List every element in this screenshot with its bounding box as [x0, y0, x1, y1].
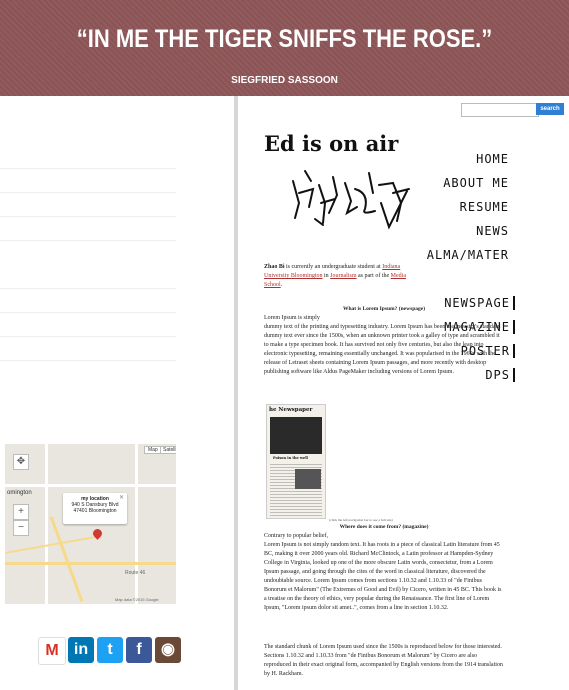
nav-news[interactable]: NEWS	[476, 224, 509, 238]
map-road	[135, 444, 138, 604]
newspaper-inset-photo	[295, 469, 321, 489]
journalism-link[interactable]: Journalism	[330, 273, 356, 279]
header-quote: “IN ME THE TIGER SNIFFS THE ROSE.”	[76, 24, 493, 53]
facebook-icon[interactable]: f	[126, 637, 152, 663]
intro-text: .	[280, 282, 283, 288]
map-pan-icon[interactable]: ✥	[13, 454, 29, 470]
gmail-icon[interactable]: M	[38, 637, 66, 665]
nav-divider	[0, 312, 176, 313]
nav-divider	[0, 360, 176, 361]
newspaper-thumbnail[interactable]: he Newspaper Poison in the well	[266, 404, 326, 519]
newspaper-subhead: Poison in the well	[273, 456, 308, 460]
intro-paragraph: Zhao Bi is currently an undergraduate st…	[264, 263, 409, 290]
map-road	[5, 484, 176, 487]
map-road	[45, 444, 48, 604]
section3-paragraph: The standard chunk of Lorem Ipsum used s…	[264, 644, 503, 677]
intro-name: Zhao Bi	[264, 264, 285, 270]
map-info-window: ✕ my location 940 S Dansbury Blvd 47401 …	[63, 493, 127, 524]
intro-text: as part of the	[356, 273, 391, 279]
signature-image	[292, 170, 410, 230]
nav-alma-mater[interactable]: ALMA/MATER	[427, 248, 509, 262]
section2-lead: Contrary to popular belief,	[264, 533, 328, 539]
nav-divider	[0, 336, 176, 337]
intro-text: is currently an undergraduate student at	[284, 264, 383, 270]
linkedin-icon[interactable]: in	[68, 637, 94, 663]
satellite-button[interactable]: Satellite	[160, 446, 176, 454]
section1-body: dummy text of the printing and typesetti…	[264, 324, 501, 375]
nav-about-me[interactable]: ABOUT ME	[443, 176, 509, 190]
nav-divider	[0, 192, 176, 193]
section1-heading: What is Lorem Ipsum? (newspage)	[342, 306, 426, 312]
nav-divider	[0, 168, 176, 169]
search-button[interactable]: search	[536, 103, 564, 115]
map-highway	[49, 516, 84, 602]
newspaper-photo	[270, 417, 322, 454]
map-attribution: Map data ©2015 Google	[115, 597, 159, 602]
map-highway	[5, 536, 95, 554]
map-highway	[5, 562, 176, 565]
column-divider	[234, 96, 238, 690]
twitter-icon[interactable]: t	[97, 637, 123, 663]
section2-body: Lorem Ipsum is not simply random text. I…	[264, 542, 502, 611]
thumbnail-caption: (click the left navigation bar to see a …	[329, 518, 393, 522]
zoom-in-icon[interactable]: +	[13, 504, 29, 520]
nav-divider	[0, 288, 176, 289]
search-input[interactable]	[461, 103, 539, 117]
header-author: SIEGFRIED SASSOON	[231, 75, 338, 86]
map-route-label: Route 46	[125, 570, 146, 576]
header-banner: “IN ME THE TIGER SNIFFS THE ROSE.” SIEGF…	[0, 0, 569, 96]
page-title: Ed is on air	[264, 131, 399, 156]
instagram-icon[interactable]: ◉	[155, 637, 181, 663]
nav-resume[interactable]: RESUME	[460, 200, 509, 214]
section1-lead: Lorem Ipsum is simply	[264, 315, 320, 321]
nav-divider	[0, 240, 176, 241]
zoom-out-icon[interactable]: −	[13, 520, 29, 536]
section2-heading: Where does it come from? (magazine)	[339, 524, 429, 530]
close-icon[interactable]: ✕	[119, 495, 124, 501]
location-map[interactable]: omington Route 46 Map Satellite ✥ + − ✕ …	[5, 444, 176, 604]
newspaper-masthead: he Newspaper	[269, 407, 313, 413]
map-info-city: 47401 Bloomington	[73, 508, 117, 514]
nav-divider	[0, 216, 176, 217]
nav-home[interactable]: HOME	[476, 152, 509, 166]
map-town-label: omington	[7, 490, 32, 496]
section2-paragraph: Contrary to popular belief, Lorem Ipsum …	[264, 532, 504, 613]
section1-paragraph: Lorem Ipsum is simply dummy text of the …	[264, 314, 504, 377]
